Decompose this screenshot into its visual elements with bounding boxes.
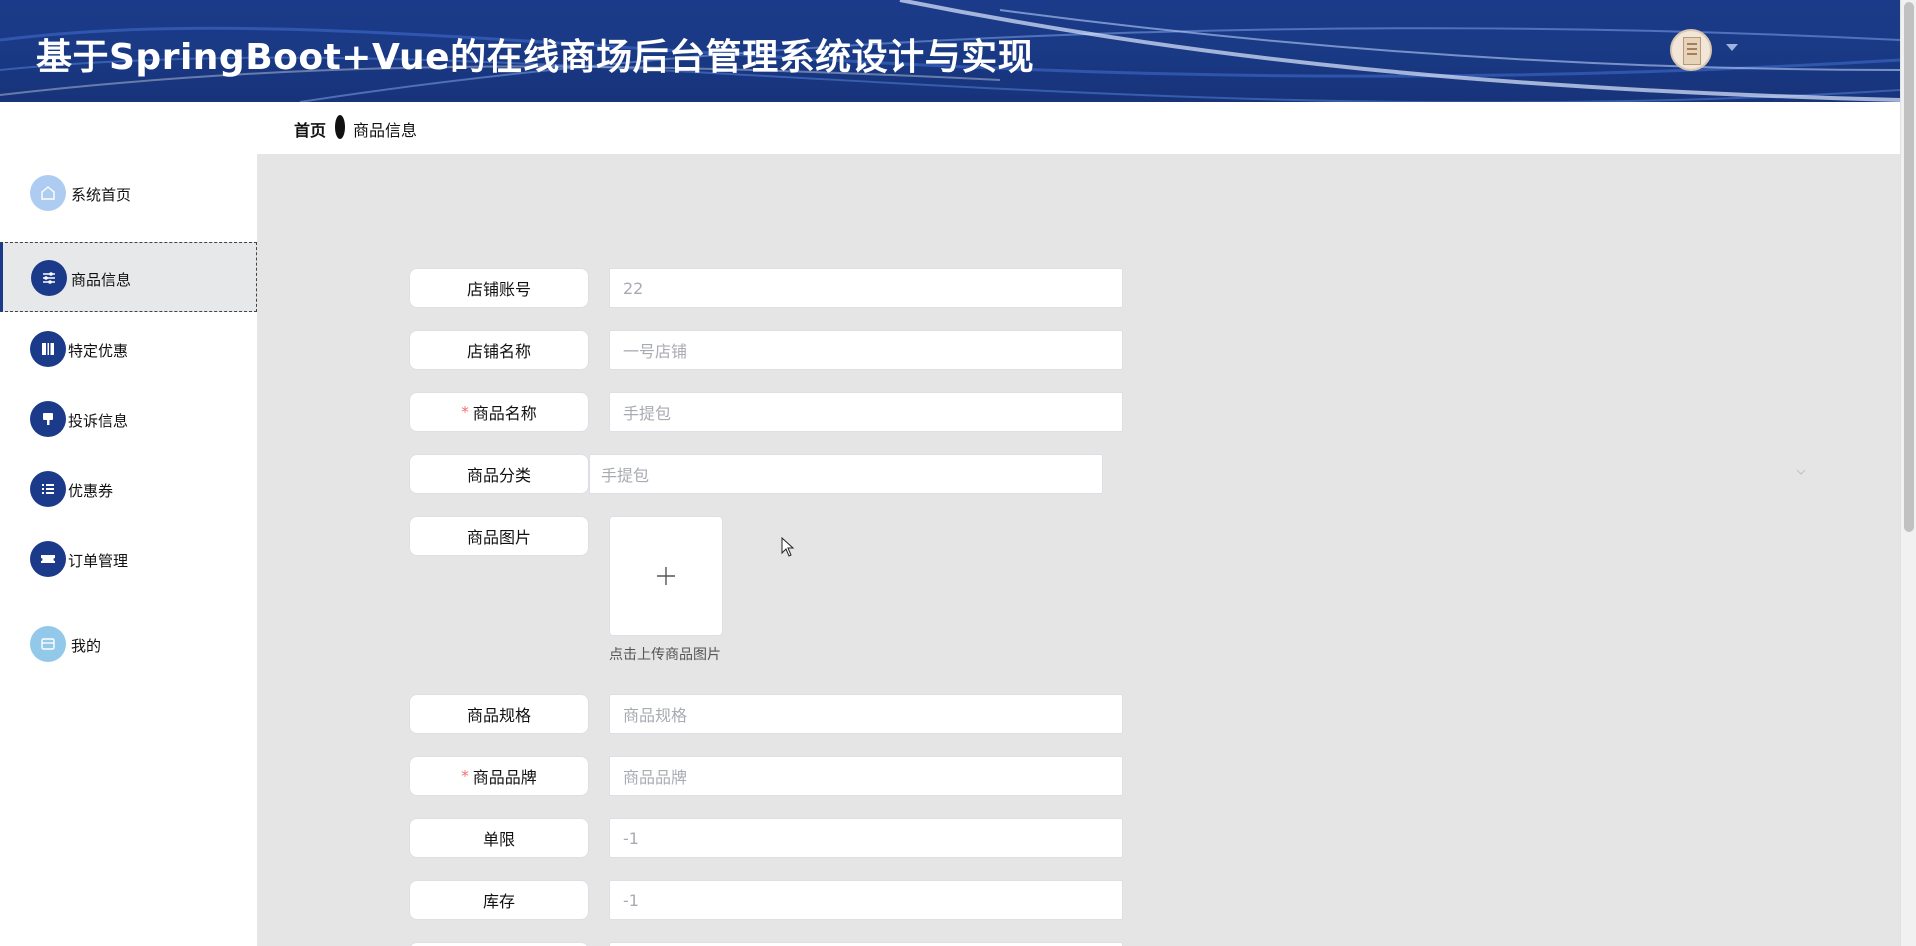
caret-down-icon[interactable] [1726, 44, 1738, 51]
home-icon [30, 175, 66, 211]
user-avatar[interactable] [1670, 29, 1712, 71]
product-category-label: 商品分类 [409, 454, 589, 494]
shop-name-field[interactable]: 一号店铺 [609, 330, 1123, 370]
sidebar-item-label: 订单管理 [68, 552, 129, 570]
upload-tip: 点击上传商品图片 [609, 647, 721, 663]
product-spec-label: 商品规格 [409, 694, 589, 734]
required-mark: * [461, 403, 469, 421]
product-brand-input[interactable]: 商品品牌 [609, 756, 1123, 796]
main-content: 店铺账号 22 店铺名称 一号店铺 * 商品名称 手提包 商品分类 手提包 商品图… [257, 154, 1900, 946]
label-text: 商品分类 [466, 466, 531, 485]
label-text: 商品规格 [466, 706, 531, 725]
image-upload-button[interactable] [609, 516, 723, 636]
mouse-cursor-icon [781, 537, 795, 557]
breadcrumb: 首页 商品信息 [257, 102, 1900, 154]
sliders-icon [31, 260, 67, 296]
sidebar-item-orders[interactable]: 订单管理 [0, 524, 257, 594]
sidebar-item-special-offer[interactable]: 特定优惠 [0, 314, 257, 384]
sidebar-item-label: 系统首页 [71, 186, 132, 204]
ticket-icon [30, 541, 66, 577]
sidebar-item-complaints[interactable]: 投诉信息 [0, 384, 257, 454]
sidebar-item-coupons[interactable]: 优惠券 [0, 454, 257, 524]
required-mark: * [461, 767, 469, 785]
sidebar-item-products[interactable]: 商品信息 [0, 242, 257, 312]
card-icon [30, 626, 66, 662]
breadcrumb-separator-icon [335, 115, 345, 139]
sidebar-item-label: 投诉信息 [68, 412, 129, 430]
plus-icon [657, 567, 675, 585]
product-brand-label: * 商品品牌 [409, 756, 589, 796]
shop-account-field[interactable]: 22 [609, 268, 1123, 308]
label-text: 店铺名称 [466, 342, 531, 361]
top-header: 基于SpringBoot+Vue的在线商场后台管理系统设计与实现 [0, 0, 1900, 102]
label-text: 商品名称 [472, 404, 537, 423]
sidebar-menu: 系统首页 商品信息 特定优惠 投诉信息 优惠券 订单管理 我的 [0, 102, 257, 946]
sidebar-item-label: 优惠券 [68, 482, 114, 500]
breadcrumb-home[interactable]: 首页 [294, 117, 326, 141]
list-icon [30, 471, 66, 507]
avatar-image [1683, 37, 1701, 65]
product-image-label: 商品图片 [409, 516, 589, 556]
breadcrumb-current: 商品信息 [353, 121, 418, 140]
shop-name-label: 店铺名称 [409, 330, 589, 370]
shop-account-label: 店铺账号 [409, 268, 589, 308]
label-text: 店铺账号 [466, 280, 531, 299]
sidebar-item-home[interactable]: 系统首页 [0, 158, 257, 228]
book-icon [30, 331, 66, 367]
sidebar-item-label: 我的 [71, 637, 102, 655]
chevron-down-icon[interactable] [1795, 466, 1807, 478]
product-category-select[interactable]: 手提包 [589, 454, 1103, 494]
limit-field[interactable]: -1 [609, 818, 1123, 858]
stock-label: 库存 [409, 880, 589, 920]
sidebar-item-label: 商品信息 [71, 271, 132, 289]
product-spec-input[interactable]: 商品规格 [609, 694, 1123, 734]
brush-icon [30, 401, 66, 437]
label-text: 单限 [482, 830, 515, 849]
product-name-field[interactable]: 手提包 [609, 392, 1123, 432]
stock-field[interactable]: -1 [609, 880, 1123, 920]
next-field[interactable] [609, 942, 1123, 946]
label-text: 商品品牌 [472, 768, 537, 787]
label-text: 商品图片 [466, 528, 531, 547]
sidebar-item-label: 特定优惠 [68, 342, 129, 360]
next-label [409, 942, 589, 946]
system-title: 基于SpringBoot+Vue的在线商场后台管理系统设计与实现 [36, 37, 1035, 78]
sidebar-item-mine[interactable]: 我的 [0, 609, 257, 679]
scrollbar-thumb[interactable] [1904, 2, 1914, 532]
limit-label: 单限 [409, 818, 589, 858]
product-name-label: * 商品名称 [409, 392, 589, 432]
label-text: 库存 [482, 892, 515, 911]
page-scrollbar[interactable] [1900, 0, 1916, 946]
